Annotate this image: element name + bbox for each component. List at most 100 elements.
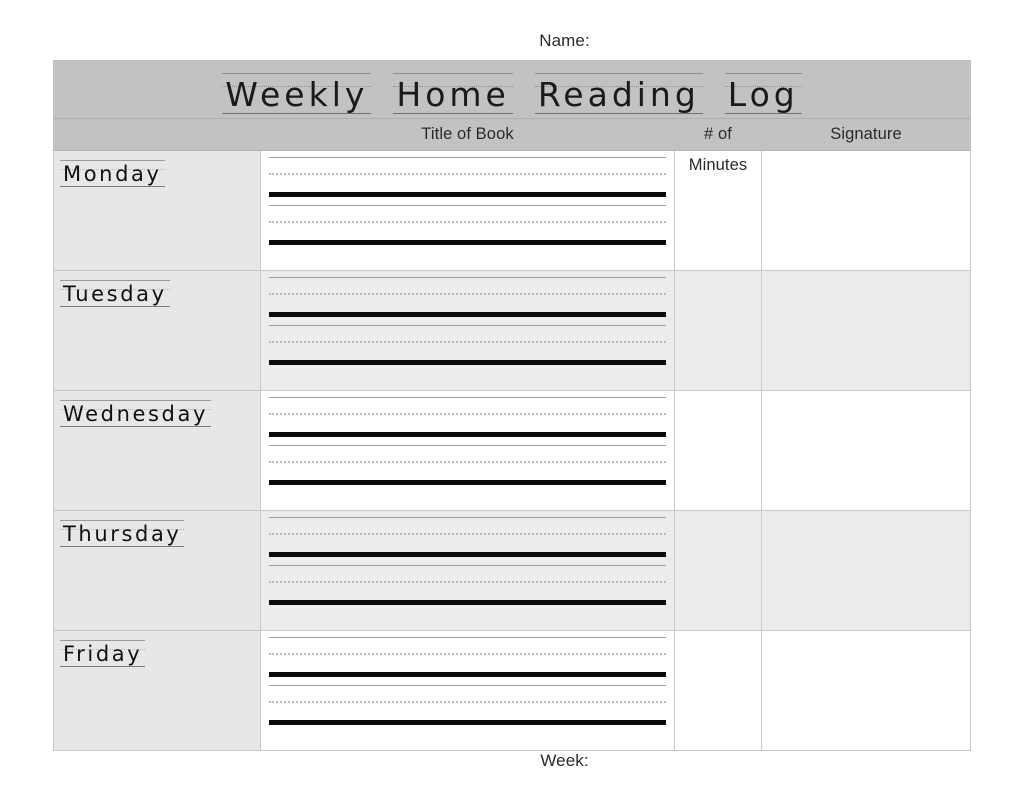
day-label-wrapper: Thursday [54,511,260,547]
title-word-2: Reading [534,71,703,114]
writing-baseline [269,552,666,557]
column-header-label-minutes: # of Minutes [688,125,748,174]
writing-line-set [269,325,666,373]
writing-line-set [269,157,666,205]
reading-log-page: Name: Weekly Home Reading Log Title of Book #… [0,0,1024,791]
table-row: Friday [53,630,972,751]
weekly-reading-log-table: Weekly Home Reading Log Title of Book # of Mi… [52,60,972,751]
writing-line-set [269,685,666,733]
day-cell-monday: Monday [53,150,261,271]
writing-top-guide-line [269,637,666,638]
table-row: Monday [53,150,972,271]
day-cell-tuesday: Tuesday [53,270,261,391]
writing-top-guide-line [269,517,666,518]
writing-baseline [269,480,666,485]
writing-top-guide-line [269,685,666,686]
title-word-1-text: Home [396,75,510,114]
title-word-2-text: Reading [537,75,700,114]
writing-lines [261,631,674,733]
writing-top-guide-line [269,157,666,158]
day-label-wednesday: Wednesday [60,399,211,427]
writing-line-set [269,445,666,493]
week-field-label: Week: [53,751,970,771]
minutes-input-friday[interactable] [674,630,762,751]
signature-input-thursday[interactable] [760,510,972,631]
day-label-thursday: Thursday [60,519,185,547]
writing-baseline [269,600,666,605]
table-row: Thursday [53,510,972,631]
week-label-text: Week: [540,751,589,770]
minutes-input-thursday[interactable] [674,510,762,631]
writing-baseline [269,672,666,677]
name-label-text: Name: [539,31,590,50]
writing-baseline [269,240,666,245]
title-banner-cell: Weekly Home Reading Log [52,60,972,119]
day-label-tuesday-text: Tuesday [63,282,167,306]
title-of-book-input-monday[interactable] [260,150,675,271]
writing-dotted-midline [269,581,666,583]
signature-input-wednesday[interactable] [760,390,972,511]
writing-dotted-midline [269,701,666,703]
writing-dotted-midline [269,653,666,655]
day-label-wrapper: Tuesday [54,271,260,307]
name-field-label: Name: [53,31,970,51]
day-cell-thursday: Thursday [53,510,261,631]
day-label-friday: Friday [60,639,146,667]
day-label-thursday-text: Thursday [63,522,182,546]
column-header-label-title: Title of Book [421,125,514,143]
writing-dotted-midline [269,341,666,343]
writing-top-guide-line [269,445,666,446]
column-header-row: Title of Book # of Minutes Signature [53,118,972,174]
writing-top-guide-line [269,397,666,398]
day-label-wednesday-text: Wednesday [63,402,208,426]
writing-dotted-midline [269,413,666,415]
writing-dotted-midline [269,221,666,223]
title-word-3: Log [724,71,802,114]
title-word-1: Home [393,71,513,114]
writing-baseline [269,360,666,365]
day-cell-wednesday: Wednesday [53,390,261,511]
table-row: Wednesday [53,390,972,511]
writing-line-set [269,205,666,253]
title-of-book-input-thursday[interactable] [260,510,675,631]
writing-lines [261,391,674,493]
writing-line-set [269,637,666,685]
writing-dotted-midline [269,461,666,463]
column-header-day [53,118,261,151]
writing-baseline [269,312,666,317]
writing-baseline [269,720,666,725]
writing-baseline [269,432,666,437]
signature-input-tuesday[interactable] [760,270,972,391]
day-label-tuesday: Tuesday [60,279,170,307]
writing-line-set [269,517,666,565]
title-banner-row: Weekly Home Reading Log [52,60,972,119]
column-header-signature: Signature [760,118,972,151]
day-label-monday-text: Monday [63,162,162,186]
writing-top-guide-line [269,325,666,326]
minutes-input-tuesday[interactable] [674,270,762,391]
writing-line-set [269,397,666,445]
column-header-minutes: # of Minutes [674,118,762,174]
writing-lines [261,511,674,613]
column-header-label-day [54,119,260,150]
day-label-wrapper: Friday [54,631,260,667]
column-header-label-signature: Signature [830,125,902,143]
day-label-friday-text: Friday [63,642,143,666]
table-row: Tuesday [53,270,972,391]
signature-input-friday[interactable] [760,630,972,751]
writing-top-guide-line [269,205,666,206]
writing-dotted-midline [269,533,666,535]
title-of-book-input-tuesday[interactable] [260,270,675,391]
signature-input-monday[interactable] [760,150,972,271]
writing-baseline [269,192,666,197]
title-word-0: Weekly [222,71,372,114]
title-word-0-text: Weekly [225,75,369,114]
minutes-input-wednesday[interactable] [674,390,762,511]
writing-line-set [269,565,666,613]
day-label-monday: Monday [60,159,165,187]
column-header-title: Title of Book [260,118,675,151]
title-of-book-input-wednesday[interactable] [260,390,675,511]
title-word-3-text: Log [727,75,799,114]
title-of-book-input-friday[interactable] [260,630,675,751]
writing-top-guide-line [269,277,666,278]
